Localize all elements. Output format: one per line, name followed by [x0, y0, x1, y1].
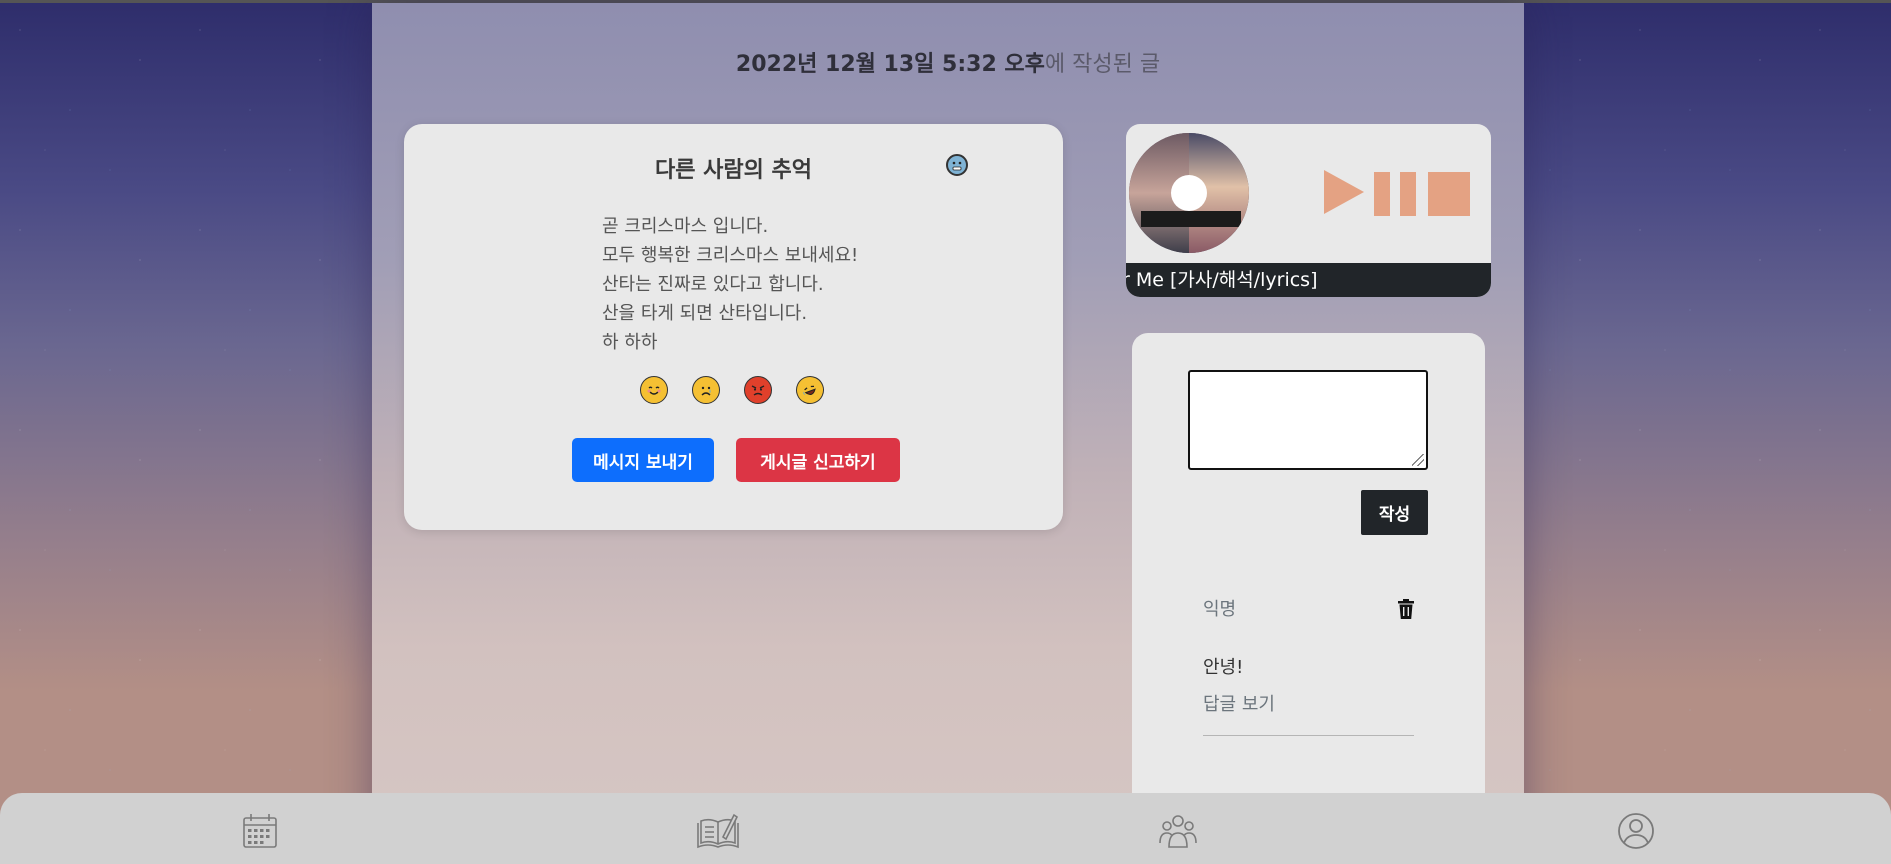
post-date: 2022년 12월 13일 5:32 오후에 작성된 글 — [372, 46, 1524, 78]
stop-icon[interactable] — [1428, 172, 1470, 216]
memory-card: 다른 사람의 추억 곧 크리스마스 입니다. 모두 행복한 크리스마스 보내세요… — [404, 124, 1063, 530]
calendar-icon[interactable] — [240, 811, 280, 851]
cold-face-icon — [946, 154, 968, 176]
comment-author: 익명 — [1203, 599, 1237, 620]
send-message-button[interactable]: 메시지 보내기 — [572, 438, 714, 482]
memory-content: 곧 크리스마스 입니다. 모두 행복한 크리스마스 보내세요! 산타는 진짜로 … — [602, 212, 1022, 357]
angry-icon[interactable] — [744, 376, 772, 404]
comment-input[interactable] — [1188, 370, 1428, 470]
play-icon[interactable] — [1324, 170, 1364, 214]
reaction-row — [640, 372, 828, 408]
song-title: r Me [가사/해석/lyrics] — [1126, 269, 1318, 291]
music-player: r Me [가사/해석/lyrics] — [1126, 124, 1491, 297]
comment-divider — [1203, 735, 1414, 736]
friends-icon[interactable] — [1158, 811, 1198, 851]
view-replies-link[interactable]: 답글 보기 — [1203, 690, 1275, 716]
pause-icon[interactable] — [1374, 172, 1416, 216]
sad-icon[interactable] — [692, 376, 720, 404]
memory-line: 산을 타게 되면 산타입니다. — [602, 303, 808, 324]
album-art-caption — [1141, 211, 1241, 227]
laugh-icon[interactable] — [792, 372, 828, 408]
memory-line: 곧 크리스마스 입니다. — [602, 216, 769, 237]
report-post-button[interactable]: 게시글 신고하기 — [736, 438, 900, 482]
post-date-value: 2022년 12월 13일 5:32 오후 — [735, 52, 1045, 77]
comment-text: 안녕! — [1203, 657, 1244, 678]
memory-line: 모두 행복한 크리스마스 보내세요! — [602, 245, 859, 266]
diary-icon[interactable] — [696, 811, 739, 851]
post-date-suffix: 에 작성된 글 — [1044, 52, 1161, 77]
resize-grip-icon[interactable] — [1412, 454, 1424, 466]
profile-icon[interactable] — [1616, 811, 1656, 851]
memory-line: 산타는 진짜로 있다고 합니다. — [602, 274, 824, 295]
song-title-marquee: r Me [가사/해석/lyrics] — [1126, 263, 1491, 297]
disc-center — [1171, 175, 1207, 211]
comment-panel: 작성 익명 안녕! 답글 보기 — [1132, 333, 1485, 864]
smile-icon[interactable] — [640, 376, 668, 404]
submit-comment-button[interactable]: 작성 — [1361, 490, 1428, 535]
trash-icon[interactable] — [1396, 598, 1416, 620]
memory-line: 하 하하 — [602, 332, 658, 353]
album-disc — [1129, 133, 1249, 253]
bottom-navigation — [0, 793, 1891, 864]
